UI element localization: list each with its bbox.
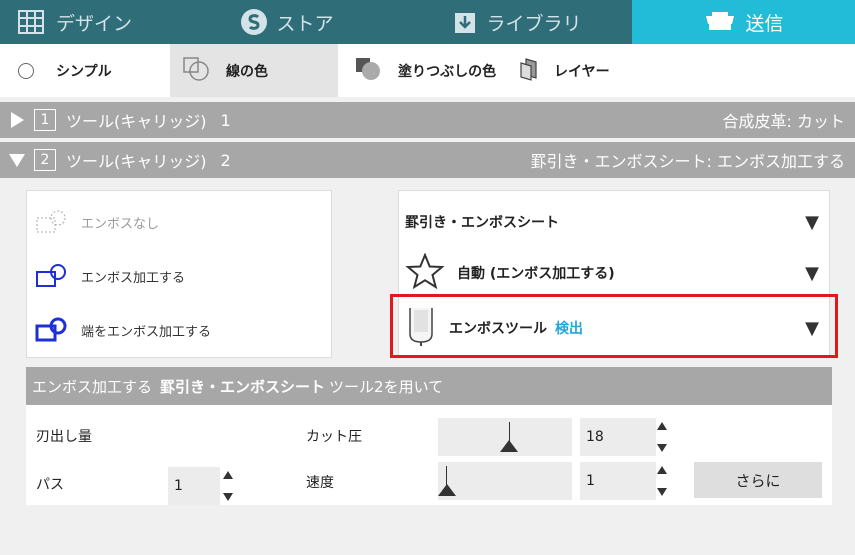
toolbar-layer[interactable]: レイヤー xyxy=(510,44,630,97)
toolbar-fill-color-label: 塗りつぶしの色 xyxy=(398,63,497,80)
grid-icon xyxy=(18,10,44,34)
collapse-arrow-icon xyxy=(0,152,34,168)
layer-icon xyxy=(518,57,540,85)
tab-library[interactable]: ライブラリ xyxy=(404,0,632,44)
option-emboss-label: エンボス加工する xyxy=(81,270,186,286)
toolbar-simple-label: シンプル xyxy=(56,63,112,80)
tool-number-badge: 2 xyxy=(34,149,56,171)
tool-row-2[interactable]: 2 ツール(キャリッジ) 2 罫引き・エンボスシート: エンボス加工する xyxy=(0,142,855,178)
speed-input[interactable]: 1 xyxy=(580,462,656,500)
fill-color-icon xyxy=(354,56,384,86)
no-emboss-icon xyxy=(35,209,81,235)
pass-input[interactable]: 1 xyxy=(168,467,220,505)
mode-dropdown[interactable]: 自動 (エンボス加工する) ▼ xyxy=(399,249,831,297)
stepper-down-icon[interactable] xyxy=(223,493,233,501)
toolbar-line-color-label: 線の色 xyxy=(226,63,268,80)
tab-design-label: デザイン xyxy=(56,12,133,35)
library-download-icon xyxy=(454,10,476,34)
toolbar-layer-label: レイヤー xyxy=(554,63,610,80)
stepper-up-icon[interactable] xyxy=(223,471,233,479)
force-input[interactable]: 18 xyxy=(580,418,656,456)
force-label: カット圧 xyxy=(306,429,362,445)
tab-design[interactable]: デザイン xyxy=(0,0,190,44)
toolbar-line-color[interactable]: 線の色 xyxy=(170,44,338,97)
option-no-emboss[interactable]: エンボスなし xyxy=(35,207,159,237)
stepper-down-icon[interactable] xyxy=(657,444,667,452)
line-color-icon xyxy=(182,56,212,86)
tab-send[interactable]: 送信 xyxy=(632,0,855,44)
mode-dropdown-value: 自動 (エンボス加工する) xyxy=(457,266,615,282)
tool-label: ツール(キャリッジ) xyxy=(66,112,207,131)
tool-label: ツール(キャリッジ) xyxy=(66,152,207,171)
option-edge-emboss-label: 端をエンボス加工する xyxy=(81,324,212,340)
chevron-down-icon: ▼ xyxy=(805,262,819,284)
tool-row-1[interactable]: 1 ツール(キャリッジ) 1 合成皮革: カット xyxy=(0,102,855,138)
tab-send-label: 送信 xyxy=(745,12,784,35)
emboss-icon xyxy=(35,263,81,289)
settings-toolbar: シンプル 線の色 塗りつぶしの色 レイヤー xyxy=(0,44,855,97)
stepper-down-icon[interactable] xyxy=(657,488,667,496)
settings-header-material: 罫引き・エンボスシート xyxy=(160,377,326,396)
material-dropdown-value: 罫引き・エンボスシート xyxy=(405,215,559,231)
speed-label: 速度 xyxy=(306,475,334,491)
settings-header-prefix: エンボス加工する xyxy=(32,377,153,396)
toolbar-fill-color[interactable]: 塗りつぶしの色 xyxy=(338,44,510,97)
tool-index: 1 xyxy=(220,110,231,130)
chevron-down-icon: ▼ xyxy=(805,211,819,233)
highlight-box xyxy=(390,294,838,358)
tool-material: 合成皮革: カット xyxy=(722,112,845,131)
toolbar-simple[interactable]: シンプル xyxy=(0,44,170,97)
emboss-options-panel: エンボスなし エンボス加工する 端をエンボス加工する xyxy=(26,190,332,358)
expand-arrow-icon xyxy=(0,111,34,129)
force-slider[interactable] xyxy=(438,418,572,456)
speed-stepper[interactable] xyxy=(656,466,668,496)
cutting-machine-icon xyxy=(703,10,737,34)
more-settings-button[interactable]: さらに xyxy=(694,462,822,498)
tab-store[interactable]: ストア xyxy=(190,0,404,44)
stepper-up-icon[interactable] xyxy=(657,422,667,430)
tool-number-badge: 1 xyxy=(34,109,56,131)
tool-material: 罫引き・エンボスシート: エンボス加工する xyxy=(530,152,845,171)
radio-icon xyxy=(18,62,34,79)
tab-store-label: ストア xyxy=(276,12,334,35)
slider-handle[interactable] xyxy=(438,484,456,496)
option-edge-emboss[interactable]: 端をエンボス加工する xyxy=(35,315,211,345)
main-tab-bar: デザイン ストア ライブラリ 送信 xyxy=(0,0,855,44)
slider-handle[interactable] xyxy=(500,440,518,452)
settings-header-suffix: ツール2を用いて xyxy=(329,377,444,396)
option-no-emboss-label: エンボスなし xyxy=(81,216,160,232)
tab-library-label: ライブラリ xyxy=(486,12,582,35)
force-stepper[interactable] xyxy=(656,422,668,452)
store-logo-icon xyxy=(240,8,268,36)
material-dropdown[interactable]: 罫引き・エンボスシート ▼ xyxy=(399,201,831,243)
tool-index: 2 xyxy=(220,150,231,170)
star-icon xyxy=(405,252,445,293)
edge-emboss-icon xyxy=(35,317,81,343)
blade-depth-label: 刃出し量 xyxy=(36,429,92,445)
pass-label: パス xyxy=(36,477,64,493)
option-emboss[interactable]: エンボス加工する xyxy=(35,261,185,291)
speed-slider[interactable] xyxy=(438,462,572,500)
settings-header: エンボス加工する 罫引き・エンボスシート ツール2を用いて xyxy=(26,367,832,405)
stepper-up-icon[interactable] xyxy=(657,466,667,474)
pass-stepper[interactable] xyxy=(222,471,234,501)
